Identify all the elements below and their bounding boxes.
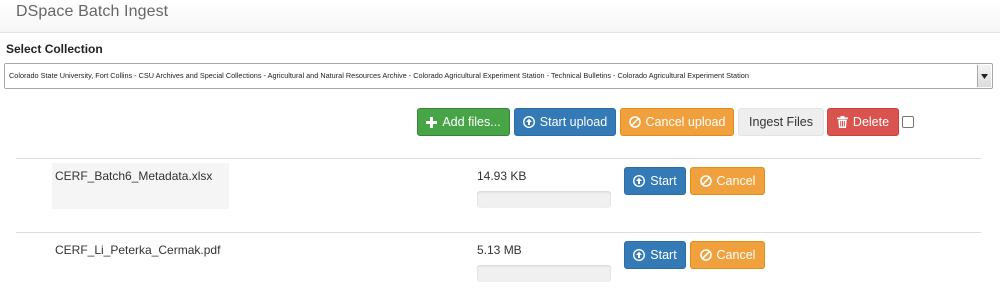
file-start-button[interactable]: Start (624, 241, 686, 269)
circle-arrow-up-icon (633, 175, 646, 187)
upload-progress-bar (477, 265, 611, 282)
app-title: DSpace Batch Ingest (16, 3, 169, 20)
upload-progress-bar (477, 191, 611, 208)
ingest-files-button[interactable]: Ingest Files (738, 108, 824, 136)
file-cancel-label: Cancel (716, 174, 756, 188)
file-start-label: Start (650, 174, 677, 188)
top-bar: DSpace Batch Ingest (0, 0, 1000, 33)
file-size: 5.13 MB (477, 243, 522, 257)
add-files-label: Add files... (442, 115, 501, 129)
file-cancel-label: Cancel (716, 248, 756, 262)
file-name-cell: CERF_Li_Peterka_Cermak.pdf (52, 237, 229, 283)
select-all-checkbox[interactable] (902, 116, 914, 128)
ban-icon (628, 116, 641, 128)
circle-arrow-up-icon (633, 249, 646, 261)
ban-icon (699, 249, 712, 261)
start-upload-button[interactable]: Start upload (514, 108, 616, 136)
triangle-down-icon[interactable] (977, 65, 991, 87)
file-start-label: Start (650, 248, 677, 262)
circle-arrow-up-icon (522, 116, 535, 128)
file-cancel-button[interactable]: Cancel (690, 241, 765, 269)
cancel-upload-label: Cancel upload (645, 115, 726, 129)
collection-select[interactable]: Colorado State University, Fort Collins … (4, 63, 993, 89)
file-name: CERF_Batch6_Metadata.xlsx (55, 169, 213, 183)
ingest-files-label: Ingest Files (749, 115, 813, 129)
file-name-cell: CERF_Batch6_Metadata.xlsx (52, 163, 229, 209)
collection-selected-value: Colorado State University, Fort Collins … (9, 71, 749, 80)
plus-icon (426, 116, 438, 128)
file-row: CERF_Li_Peterka_Cermak.pdf 5.13 MB Start… (16, 232, 981, 295)
file-row: CERF_Batch6_Metadata.xlsx 14.93 KB Start… (16, 158, 981, 232)
trash-icon (836, 116, 848, 128)
ban-icon (699, 175, 712, 187)
delete-button[interactable]: Delete (827, 108, 899, 136)
file-name: CERF_Li_Peterka_Cermak.pdf (55, 243, 221, 257)
file-start-button[interactable]: Start (624, 167, 686, 195)
file-size: 14.93 KB (477, 169, 527, 183)
file-cancel-button[interactable]: Cancel (690, 167, 765, 195)
cancel-upload-button[interactable]: Cancel upload (620, 108, 734, 136)
start-upload-label: Start upload (539, 115, 608, 129)
batch-ingest-page: DSpace Batch Ingest Select Collection Co… (0, 0, 1000, 295)
delete-label: Delete (852, 115, 890, 129)
add-files-button[interactable]: Add files... (417, 108, 510, 136)
select-collection-label: Select Collection (6, 42, 103, 56)
